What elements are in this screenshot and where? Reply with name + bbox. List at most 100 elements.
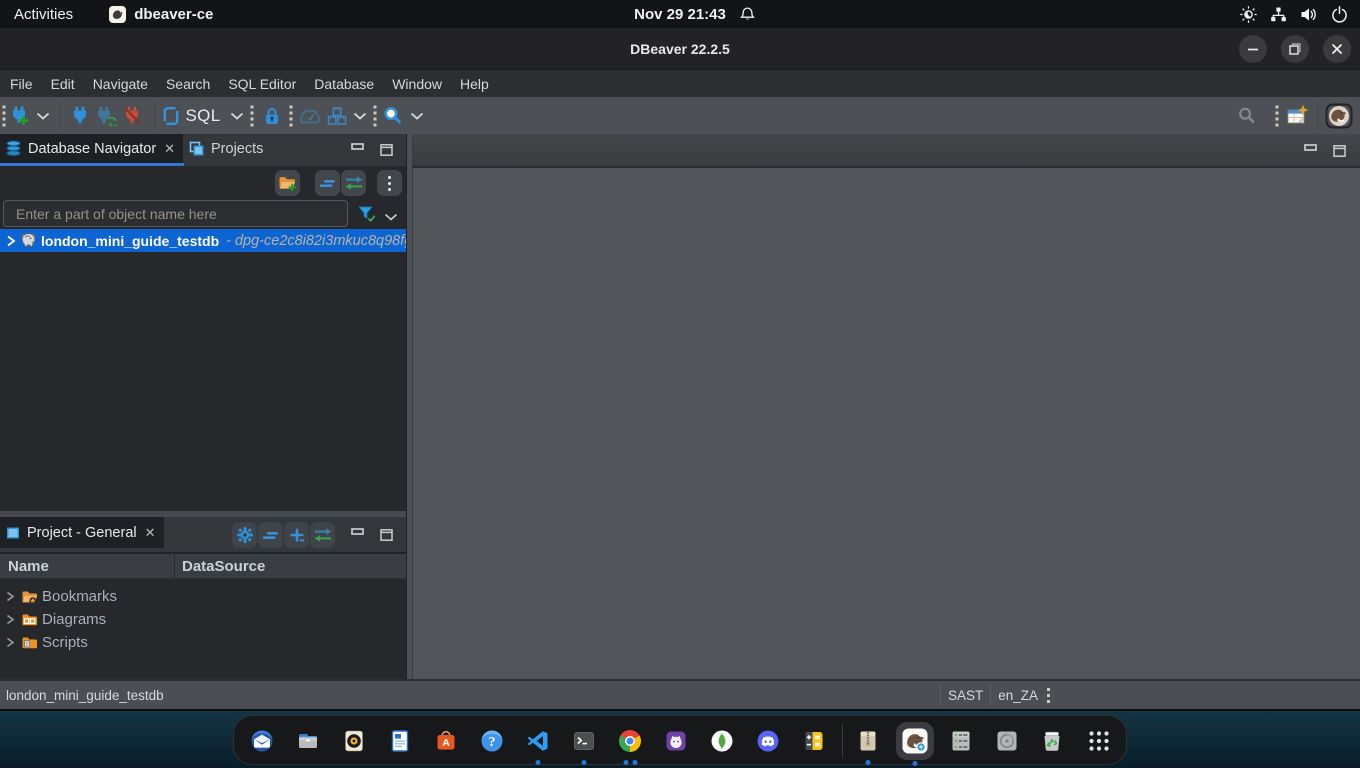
chrome-logo xyxy=(619,730,641,752)
dock-icon-help[interactable]: ? xyxy=(480,729,504,753)
project-expand-all-button[interactable] xyxy=(284,522,309,548)
dock-icon-mongodb-compass[interactable] xyxy=(710,729,734,753)
expander-chevron-icon[interactable] xyxy=(6,637,15,648)
expander-chevron-icon[interactable] xyxy=(6,614,15,625)
new-connection-dropdown-chevron[interactable] xyxy=(36,112,50,120)
project-properties-button[interactable] xyxy=(232,522,257,548)
menu-edit[interactable]: Edit xyxy=(42,70,84,97)
search-button[interactable] xyxy=(383,106,403,126)
statusbar-timezone[interactable]: SAST xyxy=(941,681,990,709)
toolbar-dotted-separator xyxy=(374,105,377,126)
tab-close-icon[interactable]: ✕ xyxy=(164,142,175,155)
dock-icon-dbeaver[interactable] xyxy=(902,728,929,755)
menu-file[interactable]: File xyxy=(1,70,42,97)
tab-database-navigator[interactable]: Database Navigator ✕ xyxy=(0,134,183,163)
collapse-all-button[interactable] xyxy=(315,170,340,196)
dock-icon-calculator[interactable] xyxy=(802,729,826,753)
panel-minimize-icon[interactable] xyxy=(1304,143,1317,155)
navigator-view-menu-button[interactable] xyxy=(377,170,402,196)
dock-icon-disks[interactable] xyxy=(995,729,1019,753)
lock-button[interactable] xyxy=(263,106,281,125)
dock-icon-vscode[interactable] xyxy=(526,729,550,753)
dock-icon-libreoffice-writer[interactable] xyxy=(388,729,412,753)
project-link-with-editor-button[interactable] xyxy=(310,522,335,548)
statusbar: london_mini_guide_testdb SAST en_ZA xyxy=(0,679,1360,709)
toolbar-drag-handle[interactable] xyxy=(3,105,6,126)
driver-manager-button[interactable] xyxy=(327,106,348,126)
dock-icon-discord[interactable] xyxy=(756,729,780,753)
panel-maximize-icon[interactable] xyxy=(1333,145,1346,157)
vertical-sash[interactable] xyxy=(406,134,413,679)
dock-icon-files[interactable] xyxy=(296,729,320,753)
panel-minimize-icon[interactable] xyxy=(351,527,364,539)
dock-icon-trash[interactable] xyxy=(1040,729,1064,753)
menu-window[interactable]: Window xyxy=(383,70,451,97)
connect-button[interactable] xyxy=(72,106,90,126)
new-connection-folder-button[interactable] xyxy=(275,170,300,196)
sql-editor-label[interactable]: SQL xyxy=(186,106,221,126)
column-header-name[interactable]: Name xyxy=(0,554,175,578)
menu-help[interactable]: Help xyxy=(451,70,498,97)
open-new-window-button[interactable] xyxy=(1285,104,1309,128)
menu-database[interactable]: Database xyxy=(305,70,383,97)
object-filter-input[interactable] xyxy=(3,200,348,227)
connection-tree-item[interactable]: london_mini_guide_testdb - dpg-ce2c8i82i… xyxy=(0,229,406,252)
dock-icon-rhythmbox[interactable] xyxy=(342,729,366,753)
toolbar-separator xyxy=(60,103,61,129)
tab-project-general[interactable]: Project - General ✕ xyxy=(0,517,164,548)
main-area: Database Navigator ✕ Projects xyxy=(0,134,1360,679)
dock-icon-settings-list[interactable] xyxy=(949,729,973,753)
system-status-area[interactable] xyxy=(1240,0,1360,28)
dbeaver-profile-button[interactable] xyxy=(1326,103,1353,128)
gnome-top-bar: Activities dbeaver-ce Nov 29 21:43 xyxy=(0,0,1360,28)
project-collapse-all-button[interactable] xyxy=(258,522,283,548)
tree-row-diagrams[interactable]: Diagrams xyxy=(0,608,406,631)
focused-app-indicator[interactable]: dbeaver-ce xyxy=(109,6,213,23)
new-sql-editor-icon[interactable] xyxy=(161,105,181,127)
statusbar-locale[interactable]: en_ZA xyxy=(991,681,1045,709)
tab-close-icon[interactable]: ✕ xyxy=(145,526,156,539)
dock-icon-archive-manager[interactable] xyxy=(856,729,880,753)
editor-empty-area[interactable] xyxy=(413,168,1360,679)
expander-chevron-icon[interactable] xyxy=(6,235,16,247)
panel-maximize-icon[interactable] xyxy=(380,529,393,541)
statusbar-handle[interactable] xyxy=(1047,688,1050,703)
reconnect-button[interactable] xyxy=(96,106,118,126)
dock-icon-thunderbird[interactable] xyxy=(250,729,274,753)
minimize-button[interactable] xyxy=(1239,35,1267,63)
tree-row-scripts[interactable]: Scripts xyxy=(0,631,406,654)
dock-icon-chrome[interactable] xyxy=(619,730,641,752)
tab-projects[interactable]: Projects xyxy=(184,134,271,163)
statusbar-connection[interactable]: london_mini_guide_testdb xyxy=(6,681,164,709)
disconnect-button[interactable] xyxy=(123,106,143,126)
project-minmax xyxy=(351,517,393,552)
menu-search[interactable]: Search xyxy=(157,70,219,97)
column-header-datasource[interactable]: DataSource xyxy=(175,554,406,578)
tab-label: Projects xyxy=(211,141,263,157)
link-with-editor-button[interactable] xyxy=(341,170,366,196)
show-apps-button[interactable] xyxy=(1088,730,1110,752)
dock-icon-terminal[interactable] xyxy=(572,729,596,753)
connection-name: london_mini_guide_testdb xyxy=(41,233,219,249)
postgresql-elephant-icon xyxy=(20,232,37,249)
panel-minimize-icon[interactable] xyxy=(351,142,364,154)
panel-maximize-icon[interactable] xyxy=(380,144,393,156)
search-dropdown-chevron[interactable] xyxy=(410,112,424,120)
quick-search-icon[interactable] xyxy=(1238,106,1257,125)
window-titlebar[interactable]: DBeaver 22.2.5 xyxy=(0,28,1360,70)
menu-sql-editor[interactable]: SQL Editor xyxy=(219,70,305,97)
new-connection-button[interactable] xyxy=(9,105,31,127)
sql-editor-dropdown-chevron[interactable] xyxy=(230,112,244,120)
close-button[interactable] xyxy=(1323,35,1351,63)
filter-dropdown-chevron[interactable] xyxy=(384,208,398,226)
menu-navigate[interactable]: Navigate xyxy=(84,70,157,97)
restore-button[interactable] xyxy=(1281,35,1309,63)
dashboard-button[interactable] xyxy=(299,106,321,126)
dock-icon-ubuntu-software[interactable]: A xyxy=(434,729,458,753)
driver-dropdown-chevron[interactable] xyxy=(353,112,367,120)
dock-icon-github-desktop[interactable] xyxy=(664,729,688,753)
tree-row-bookmarks[interactable]: Bookmarks xyxy=(0,585,406,608)
activities-button[interactable]: Activities xyxy=(14,6,73,23)
expander-chevron-icon[interactable] xyxy=(6,591,15,602)
filter-funnel-icon[interactable] xyxy=(356,203,378,230)
